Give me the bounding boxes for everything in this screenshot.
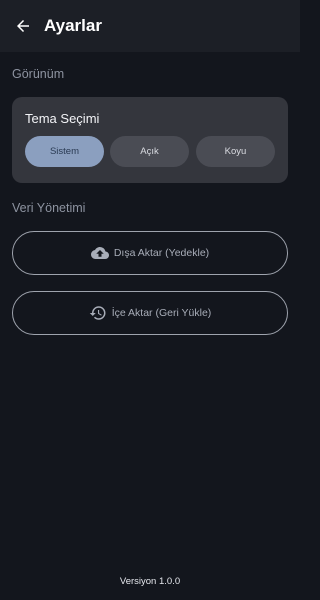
cloud-upload-icon xyxy=(90,244,109,262)
export-button-label: Dışa Aktar (Yedekle) xyxy=(113,247,210,259)
theme-option-light[interactable]: Açık xyxy=(110,136,189,167)
import-button-label: İçe Aktar (Geri Yükle) xyxy=(111,307,212,319)
export-backup-button[interactable]: Dışa Aktar (Yedekle) xyxy=(12,231,288,275)
restore-history-icon xyxy=(89,304,107,322)
arrow-left-icon xyxy=(17,20,29,32)
appearance-section-title: Görünüm xyxy=(12,67,65,81)
theme-selection-card: Tema Seçimi Sistem Açık Koyu xyxy=(12,97,288,183)
import-restore-button[interactable]: İçe Aktar (Geri Yükle) xyxy=(12,291,288,335)
app-bar: Ayarlar xyxy=(0,0,300,52)
back-button[interactable] xyxy=(12,15,34,37)
page-title: Ayarlar xyxy=(44,16,102,35)
data-management-section-title: Veri Yönetimi xyxy=(12,201,86,215)
theme-selection-title: Tema Seçimi xyxy=(25,111,100,126)
version-label: Versiyon 1.0.0 xyxy=(119,576,181,587)
theme-option-dark[interactable]: Koyu xyxy=(196,136,275,167)
theme-option-system[interactable]: Sistem xyxy=(25,136,104,167)
